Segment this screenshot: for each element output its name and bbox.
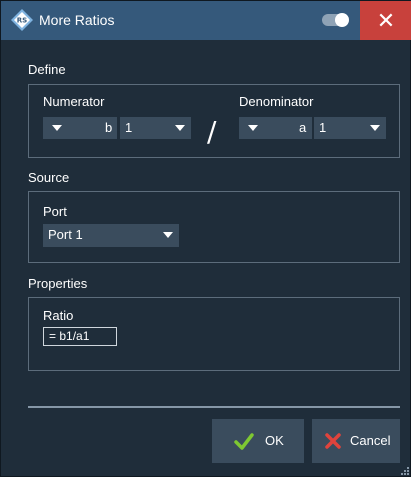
resize-grip-icon[interactable] — [401, 467, 410, 476]
denominator-wave-value: a — [299, 120, 307, 135]
properties-section-label: Properties — [28, 276, 88, 291]
chevron-down-icon — [370, 125, 380, 131]
checkmark-icon — [234, 433, 254, 450]
svg-text:RS: RS — [17, 17, 27, 25]
numerator-wave-dropdown[interactable]: b — [43, 117, 117, 139]
chevron-down-icon — [175, 125, 185, 131]
toggle-switch-icon[interactable] — [322, 13, 349, 27]
title-bar: RS More Ratios ✕ — [1, 1, 411, 40]
numerator-port-value: 1 — [125, 120, 133, 135]
toggle-knob — [335, 13, 349, 27]
ratio-value: = b1/a1 — [43, 327, 117, 346]
ratio-label: Ratio — [43, 308, 74, 323]
denominator-port-value: 1 — [319, 120, 327, 135]
define-section-label: Define — [28, 62, 66, 77]
button-divider — [28, 406, 400, 408]
close-button[interactable]: ✕ — [360, 1, 411, 40]
ratio-separator: / — [207, 115, 217, 148]
close-icon: ✕ — [376, 8, 396, 33]
chevron-down-icon — [163, 232, 173, 238]
more-ratios-dialog: RS More Ratios ✕ Define Numerator b 1 / … — [0, 0, 411, 477]
source-port-dropdown[interactable]: Port 1 — [43, 224, 179, 247]
source-section-label: Source — [28, 170, 70, 185]
cancel-button[interactable]: Cancel — [312, 419, 400, 463]
numerator-port-dropdown[interactable]: 1 — [120, 117, 191, 139]
numerator-wave-value: b — [105, 120, 113, 135]
denominator-port-dropdown[interactable]: 1 — [314, 117, 386, 139]
chevron-down-icon — [52, 125, 62, 131]
denominator-wave-dropdown[interactable]: a — [239, 117, 312, 139]
ok-label: OK — [265, 433, 284, 448]
numerator-label: Numerator — [43, 94, 105, 109]
denominator-label: Denominator — [239, 94, 314, 109]
port-label: Port — [43, 204, 67, 219]
rohde-schwarz-logo-icon: RS — [11, 9, 33, 31]
ok-button[interactable]: OK — [212, 419, 304, 463]
chevron-down-icon — [248, 125, 258, 131]
window-title: More Ratios — [39, 12, 115, 28]
source-port-value: Port 1 — [48, 227, 83, 242]
cancel-label: Cancel — [350, 433, 391, 448]
x-mark-icon — [325, 433, 341, 449]
